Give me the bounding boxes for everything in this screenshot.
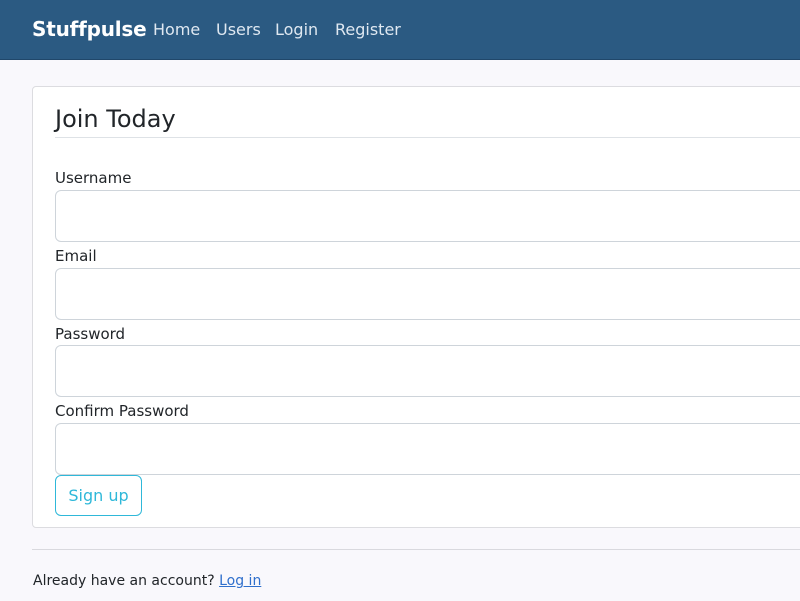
confirm-password-label: Confirm Password bbox=[55, 402, 189, 420]
registration-card: Join Today Username Email Password Confi… bbox=[32, 86, 800, 528]
nav-link-home[interactable]: Home bbox=[153, 20, 200, 39]
username-input[interactable] bbox=[55, 190, 800, 242]
brand-link[interactable]: Stuffpulse bbox=[32, 17, 147, 41]
email-input[interactable] bbox=[55, 268, 800, 320]
footer-divider bbox=[32, 549, 800, 550]
nav-link-register[interactable]: Register bbox=[335, 20, 401, 39]
password-label: Password bbox=[55, 325, 126, 343]
legend-divider bbox=[55, 137, 800, 138]
login-prompt-text: Already have an account? bbox=[33, 573, 220, 589]
nav-link-users[interactable]: Users bbox=[216, 20, 261, 39]
password-input[interactable] bbox=[55, 345, 800, 397]
login-prompt: Already have an account? Log in bbox=[33, 573, 261, 589]
login-link[interactable]: Log in bbox=[219, 573, 261, 589]
username-label: Username bbox=[55, 169, 132, 187]
sign-up-button[interactable]: Sign up bbox=[55, 475, 142, 516]
form-legend: Join Today bbox=[55, 105, 176, 133]
confirm-password-input[interactable] bbox=[55, 423, 800, 475]
nav-link-login[interactable]: Login bbox=[275, 20, 318, 39]
top-navbar: Stuffpulse Home Users Login Register bbox=[0, 0, 800, 60]
email-label: Email bbox=[55, 247, 97, 265]
